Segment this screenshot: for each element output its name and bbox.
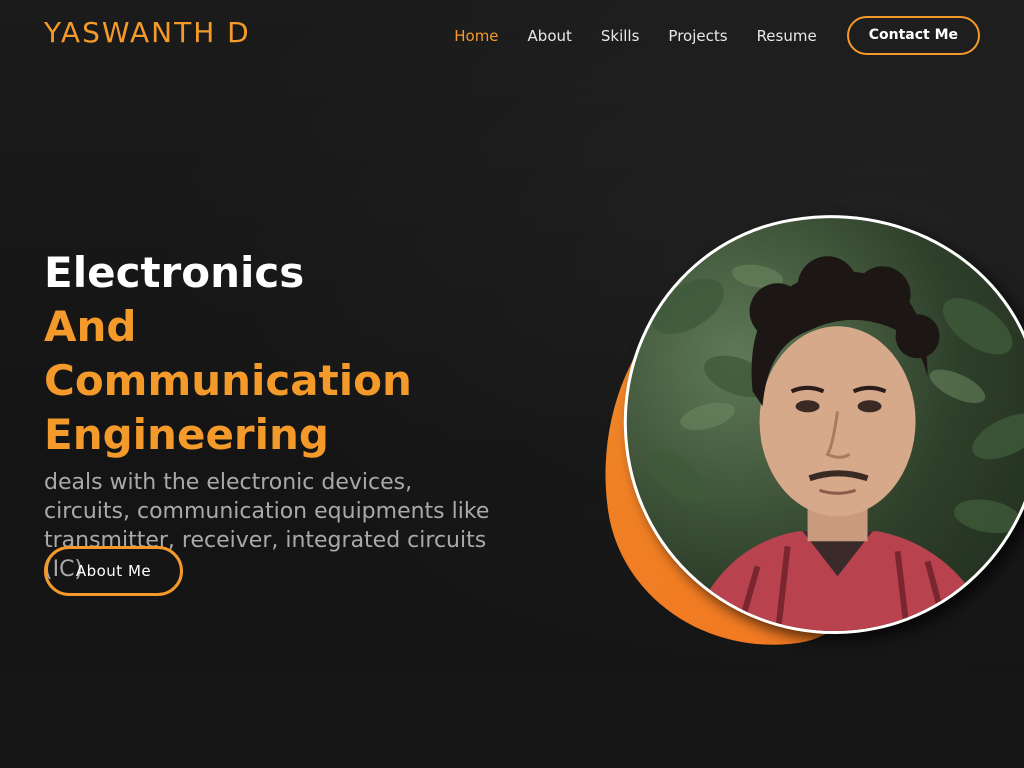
hero-title: Electronics And Communication Engineerin… xyxy=(44,246,504,462)
nav-resume[interactable]: Resume xyxy=(757,17,817,55)
hero-title-line3: Engineering xyxy=(44,410,329,459)
hero-title-line1: Electronics xyxy=(44,248,305,297)
nav-home[interactable]: Home xyxy=(454,17,498,55)
hero-section: Electronics And Communication Engineerin… xyxy=(44,246,504,584)
nav-skills[interactable]: Skills xyxy=(601,17,640,55)
nav-about[interactable]: About xyxy=(528,17,572,55)
site-logo[interactable]: YASWANTH D xyxy=(44,16,251,49)
main-nav: Home About Skills Projects Resume Contac… xyxy=(425,16,980,55)
site-header: YASWANTH D Home About Skills Projects Re… xyxy=(0,0,1024,70)
portrait-area xyxy=(575,174,1024,674)
contact-me-button[interactable]: Contact Me xyxy=(846,16,980,55)
hero-title-line2: And Communication xyxy=(44,302,412,405)
profile-photo xyxy=(584,174,1024,674)
profile-photo-illustration xyxy=(647,256,1024,637)
nav-projects[interactable]: Projects xyxy=(668,17,727,55)
about-me-button[interactable]: About Me xyxy=(44,546,183,596)
